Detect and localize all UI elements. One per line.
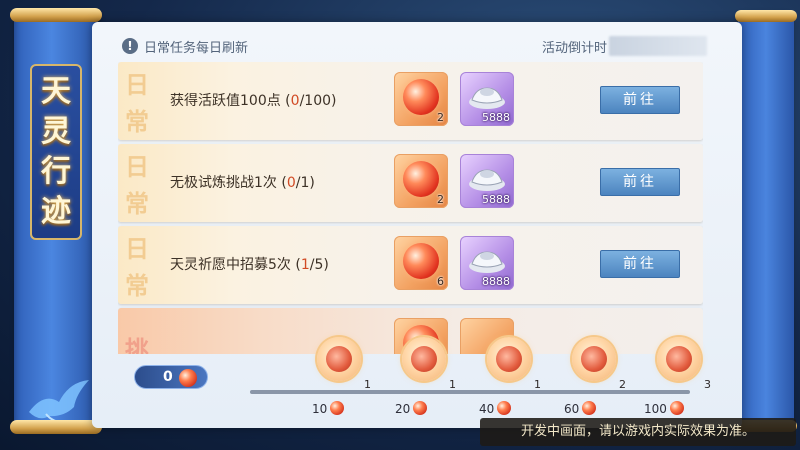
game-screen: 天 灵 行 迹 ! 日常任务每日刷新 活动倒计时 日 常 获得活跃值100点 (… — [0, 0, 800, 450]
task-type-tag: 日 常 — [122, 228, 152, 302]
reward-count: 6 — [437, 275, 444, 288]
milestone-threshold: 10 — [312, 401, 345, 416]
scroll-rod-bottom — [10, 420, 102, 434]
milestone-threshold: 40 — [479, 401, 512, 416]
go-button[interactable]: 前往 — [600, 168, 680, 196]
task-progress-current: 1 — [300, 257, 310, 273]
tag-char: 日 — [125, 70, 149, 99]
reward-count: 2 — [437, 193, 444, 206]
milestone-reward[interactable]: 3 — [657, 337, 711, 391]
task-row: 日 常 获得活跃值100点 (0/100) 2 5888 前往 — [118, 62, 703, 140]
tag-char: 常 — [125, 107, 149, 136]
task-text: 天灵祈愿中招募5次 — [170, 257, 291, 273]
task-type-tag: 日 常 — [122, 146, 152, 220]
threshold-value: 20 — [395, 402, 411, 416]
panel-header: ! 日常任务每日刷新 活动倒计时 — [122, 36, 707, 58]
task-row: 日 常 无极试炼挑战1次 (0/1) 2 5888 前往 — [118, 144, 703, 222]
milestone-count: 1 — [534, 378, 541, 391]
reward-silver-item[interactable]: 8888 — [460, 236, 514, 290]
activity-points: 0 — [134, 365, 208, 389]
activity-value: 0 — [163, 369, 173, 385]
task-progress-total: /1 — [295, 175, 310, 191]
threshold-value: 60 — [564, 402, 580, 416]
activity-orb-icon — [582, 401, 597, 415]
dev-disclaimer: 开发中画面，请以游戏内实际效果为准。 — [480, 418, 796, 446]
milestone-threshold: 100 — [644, 401, 684, 416]
reward-silver-item[interactable]: 5888 — [460, 72, 514, 126]
scroll-rod-top — [735, 10, 797, 22]
milestone-reward[interactable]: 1 — [487, 337, 541, 391]
reward-count: 2 — [437, 111, 444, 124]
silver-ingot-icon — [469, 87, 505, 109]
refresh-notice: 日常任务每日刷新 — [144, 41, 249, 56]
activity-orb-icon — [330, 401, 345, 415]
milestone-count: 1 — [449, 378, 456, 391]
silver-ingot-icon — [469, 251, 505, 273]
task-description: 天灵祈愿中招募5次 (1/5) — [170, 257, 329, 273]
red-orb-icon — [403, 243, 439, 279]
milestone-threshold: 20 — [395, 401, 428, 416]
tag-char: 日 — [125, 152, 149, 181]
activity-orb-icon — [497, 401, 512, 415]
scroll-rod-top — [10, 8, 102, 22]
title-char: 天 — [41, 74, 71, 109]
milestone-threshold: 60 — [564, 401, 597, 416]
reward-orb-item[interactable]: 2 — [394, 154, 448, 208]
title-char: 迹 — [41, 194, 71, 229]
go-button[interactable]: 前往 — [600, 86, 680, 114]
milestone-reward[interactable]: 1 — [317, 337, 371, 391]
tag-char: 常 — [125, 189, 149, 218]
reward-bag-icon — [496, 346, 522, 372]
milestone-reward[interactable]: 2 — [572, 337, 626, 391]
task-progress-total: /100 — [299, 93, 332, 109]
task-row: 日 常 天灵祈愿中招募5次 (1/5) 6 8888 前往 — [118, 226, 703, 304]
countdown-label: 活动倒计时 — [541, 41, 607, 56]
go-button[interactable]: 前往 — [600, 250, 680, 278]
title-char: 灵 — [41, 114, 71, 149]
title-char: 行 — [41, 154, 71, 189]
task-progress-total: /5 — [309, 257, 324, 273]
milestone-count: 1 — [364, 378, 371, 391]
reward-count: 5888 — [482, 193, 510, 206]
milestone-count: 3 — [704, 378, 711, 391]
task-text: 无极试炼挑战1次 — [170, 175, 277, 191]
reward-bag-icon — [581, 346, 607, 372]
threshold-value: 100 — [644, 402, 667, 416]
tag-char: 常 — [125, 271, 149, 300]
red-orb-icon — [403, 79, 439, 115]
threshold-value: 10 — [312, 402, 328, 416]
activity-orb-icon — [669, 401, 684, 415]
activity-orb-icon — [413, 401, 428, 415]
silver-ingot-icon — [469, 169, 505, 191]
info-icon: ! — [122, 38, 138, 54]
reward-count: 5888 — [482, 111, 510, 124]
event-title: 天 灵 行 迹 — [30, 64, 82, 240]
reward-orb-item[interactable]: 2 — [394, 72, 448, 126]
task-progress-current: 0 — [286, 175, 296, 191]
reward-count: 8888 — [482, 275, 510, 288]
activity-orb-icon — [179, 369, 197, 387]
reward-silver-item[interactable]: 5888 — [460, 154, 514, 208]
right-scroll — [735, 10, 797, 432]
left-scroll: 天 灵 行 迹 — [10, 8, 102, 434]
reward-orb-item[interactable]: 6 — [394, 236, 448, 290]
activity-progress: 0 1 1 1 2 3 10 20 40 60 100 — [92, 335, 742, 428]
task-description: 无极试炼挑战1次 (0/1) — [170, 175, 315, 191]
countdown-value-redacted — [609, 36, 707, 56]
reward-bag-icon — [326, 346, 352, 372]
red-orb-icon — [403, 161, 439, 197]
threshold-value: 40 — [479, 402, 495, 416]
task-list[interactable]: 日 常 获得活跃值100点 (0/100) 2 5888 前往 日 常 无极试炼… — [118, 62, 703, 354]
reward-bag-icon — [666, 346, 692, 372]
milestone-count: 2 — [619, 378, 626, 391]
task-text: 获得活跃值100点 — [170, 93, 281, 109]
task-type-tag: 日 常 — [122, 64, 152, 138]
task-progress-current: 0 — [290, 93, 300, 109]
milestone-reward[interactable]: 1 — [402, 337, 456, 391]
tag-char: 日 — [125, 234, 149, 263]
reward-bag-icon — [411, 346, 437, 372]
task-description: 获得活跃值100点 (0/100) — [170, 93, 337, 109]
